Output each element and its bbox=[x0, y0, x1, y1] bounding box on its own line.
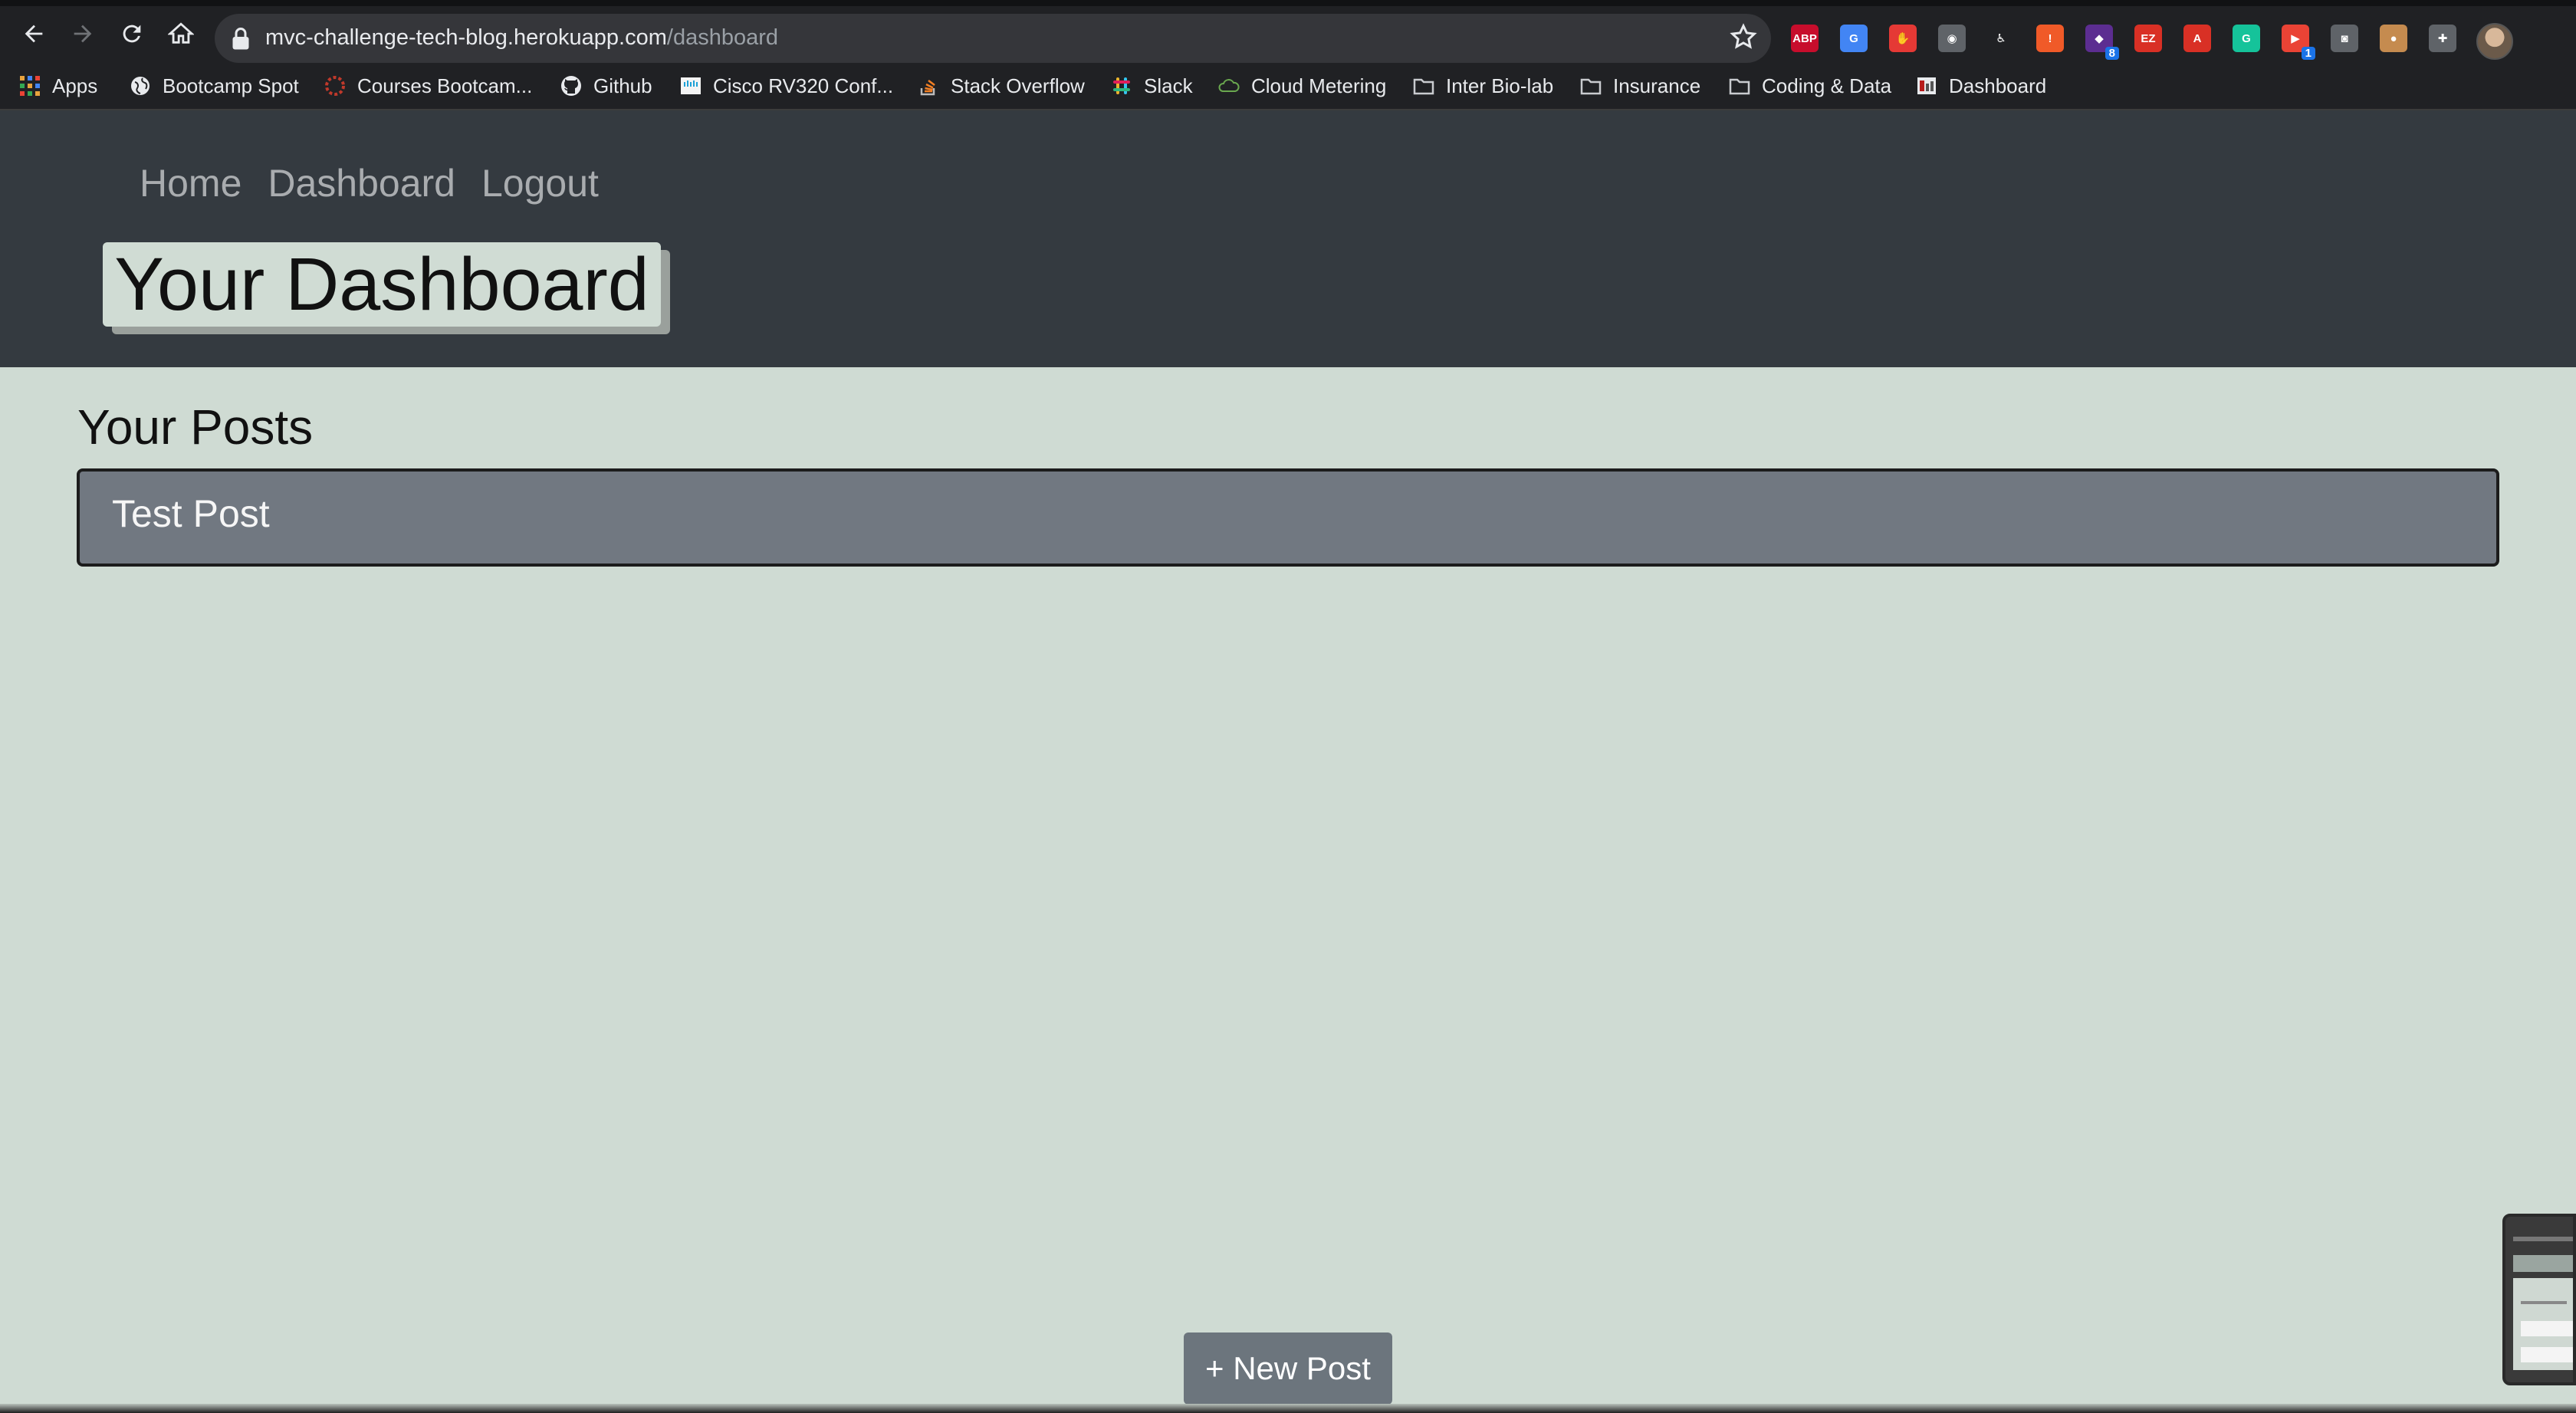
camera-icon-glyph: ◙ bbox=[2341, 31, 2348, 45]
bookmark-insurance[interactable]: Insurance bbox=[1579, 64, 1700, 107]
lock-icon bbox=[232, 28, 249, 50]
reload-button[interactable] bbox=[115, 17, 149, 51]
bookmark-cloud-metering[interactable]: Cloud Metering bbox=[1217, 64, 1386, 107]
pdf-icon[interactable]: A bbox=[2183, 25, 2211, 52]
tab-strip bbox=[0, 0, 2576, 6]
extension-badge-count: 8 bbox=[2104, 47, 2119, 60]
arrow-right-icon bbox=[74, 25, 92, 43]
bookmark-label: Courses Bootcam... bbox=[357, 74, 533, 97]
folder-icon bbox=[1412, 74, 1435, 97]
puzzle-icon[interactable]: ✚ bbox=[2429, 25, 2456, 52]
slack-icon bbox=[1110, 74, 1133, 97]
cisco-icon bbox=[679, 74, 702, 97]
circle-extension-icon[interactable]: ◉ bbox=[1938, 25, 1966, 52]
url-host: mvc-challenge-tech-blog.herokuapp.com bbox=[265, 25, 667, 50]
bookmark-apps[interactable]: Apps bbox=[18, 64, 97, 107]
nav-dashboard-link[interactable]: Dashboard bbox=[268, 161, 455, 205]
profile-avatar-icon[interactable] bbox=[2476, 23, 2513, 60]
bookmark-cisco[interactable]: Cisco RV320 Conf... bbox=[679, 64, 893, 107]
bookmark-slack[interactable]: Slack bbox=[1110, 64, 1193, 107]
cloud-metering-icon bbox=[1217, 74, 1240, 97]
alert-extension-icon-glyph: ! bbox=[2048, 31, 2052, 45]
adblock-plus-icon-glyph: ABP bbox=[1792, 31, 1817, 45]
bookmark-label: Stack Overflow bbox=[951, 74, 1085, 97]
bookmarks-bar: Apps Bootcamp Spot Courses Bootcam... Githu… bbox=[0, 64, 2576, 110]
cookie-icon-glyph: ● bbox=[2390, 31, 2397, 45]
bookmark-label: Insurance bbox=[1613, 74, 1701, 97]
person-run-icon-glyph: ♿ bbox=[1996, 32, 2006, 45]
stack-overflow-icon bbox=[917, 74, 940, 97]
folder-icon bbox=[1579, 74, 1602, 97]
ez-extension-icon-glyph: EZ bbox=[2141, 31, 2156, 45]
globe-icon bbox=[129, 74, 152, 97]
grammarly-icon[interactable]: G bbox=[2233, 25, 2260, 52]
star-icon[interactable] bbox=[1730, 23, 1757, 51]
bookmark-coding-data[interactable]: Coding & Data bbox=[1728, 64, 1891, 107]
site-nav: Home Dashboard Logout bbox=[140, 161, 599, 205]
bookmark-label: Cloud Metering bbox=[1251, 74, 1387, 97]
bookmark-inter-bio-lab[interactable]: Inter Bio-lab bbox=[1412, 64, 1553, 107]
grammarly-icon-glyph: G bbox=[2242, 31, 2251, 45]
nav-home-link[interactable]: Home bbox=[140, 161, 242, 205]
pdf-icon-glyph: A bbox=[2193, 31, 2202, 45]
screencast-icon-glyph: ▶ bbox=[2291, 32, 2300, 45]
new-post-button[interactable]: + New Post bbox=[1184, 1332, 1392, 1405]
puzzle-icon-glyph: ✚ bbox=[2437, 32, 2448, 45]
nav-logout-link[interactable]: Logout bbox=[481, 161, 599, 205]
home-browser-button[interactable] bbox=[164, 17, 198, 51]
purple-extension-icon-glyph: ◆ bbox=[2095, 32, 2104, 45]
bookmark-label: Inter Bio-lab bbox=[1446, 74, 1554, 97]
folder-icon bbox=[1728, 74, 1751, 97]
browser-toolbar: mvc-challenge-tech-blog.herokuapp.com/da… bbox=[0, 6, 2576, 63]
stop-hand-icon-glyph: ✋ bbox=[1895, 32, 1911, 45]
url-path: /dashboard bbox=[666, 25, 779, 50]
person-run-icon[interactable]: ♿ bbox=[1987, 25, 2015, 52]
arrow-left-icon bbox=[25, 25, 43, 43]
extension-badge-count: 1 bbox=[2301, 47, 2315, 60]
bookmark-label: Dashboard bbox=[1949, 74, 2047, 97]
bookmark-label: Apps bbox=[52, 74, 98, 97]
bookmark-label: Cisco RV320 Conf... bbox=[713, 74, 894, 97]
browser-chrome: mvc-challenge-tech-blog.herokuapp.com/da… bbox=[0, 0, 2576, 110]
google-translate-icon-glyph: G bbox=[1849, 31, 1858, 45]
page-title-box: Your Dashboard bbox=[103, 242, 661, 327]
cookie-icon[interactable]: ● bbox=[2380, 25, 2407, 52]
bookmark-courses[interactable]: Courses Bootcam... bbox=[324, 64, 532, 107]
camera-icon[interactable]: ◙ bbox=[2331, 25, 2358, 52]
google-translate-icon[interactable]: G bbox=[1840, 25, 1868, 52]
github-icon bbox=[560, 74, 583, 97]
site-header: Home Dashboard Logout Your Dashboard bbox=[0, 110, 2576, 367]
circle-extension-icon-glyph: ◉ bbox=[1947, 32, 1957, 45]
stop-hand-icon[interactable]: ✋ bbox=[1889, 25, 1917, 52]
bookmark-label: Slack bbox=[1144, 74, 1193, 97]
screencast-icon[interactable]: ▶ 1 bbox=[2282, 25, 2315, 60]
screenshot-preview-thumbnail[interactable] bbox=[2502, 1214, 2576, 1385]
apps-grid-icon bbox=[18, 74, 41, 97]
gear-ring-icon bbox=[324, 74, 347, 97]
home-icon bbox=[168, 22, 194, 44]
url-text[interactable]: mvc-challenge-tech-blog.herokuapp.com/da… bbox=[265, 25, 778, 51]
alert-extension-icon[interactable]: ! bbox=[2036, 25, 2064, 52]
window-bottom-edge bbox=[0, 1404, 2576, 1413]
reload-icon bbox=[123, 25, 141, 43]
adblock-plus-icon[interactable]: ABP bbox=[1791, 25, 1819, 52]
bookmark-stack-overflow[interactable]: Stack Overflow bbox=[917, 64, 1085, 107]
bookmark-dashboard[interactable]: Dashboard bbox=[1915, 64, 2046, 107]
post-title: Test Post bbox=[112, 492, 270, 535]
forward-button[interactable] bbox=[66, 17, 100, 51]
posts-section-title: Your Posts bbox=[77, 399, 314, 455]
dashboard-icon bbox=[1915, 74, 1938, 97]
bookmark-label: Bootcamp Spot bbox=[163, 74, 299, 97]
purple-extension-icon[interactable]: ◆ 8 bbox=[2085, 25, 2119, 60]
page-title: Your Dashboard bbox=[114, 242, 649, 326]
bookmark-label: Coding & Data bbox=[1762, 74, 1892, 97]
ez-extension-icon[interactable]: EZ bbox=[2134, 25, 2162, 52]
bookmark-bootcamp-spot[interactable]: Bootcamp Spot bbox=[129, 64, 299, 107]
post-card[interactable]: Test Post bbox=[77, 468, 2499, 567]
bookmark-label: Github bbox=[593, 74, 652, 97]
back-button[interactable] bbox=[17, 17, 51, 51]
bookmark-github[interactable]: Github bbox=[560, 64, 652, 107]
